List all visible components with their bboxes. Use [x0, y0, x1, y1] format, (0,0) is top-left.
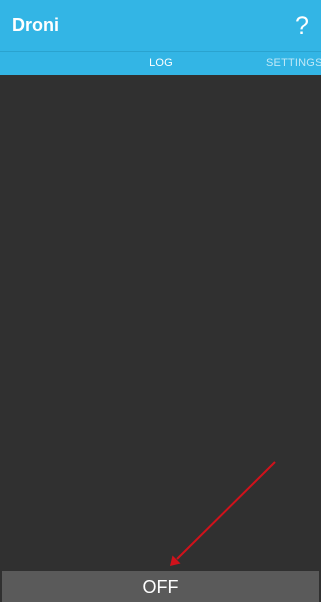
tab-settings[interactable]: SETTINGS — [266, 52, 321, 75]
tab-bar: LOG SETTINGS — [0, 52, 321, 75]
help-icon[interactable]: ? — [293, 11, 311, 39]
log-area — [0, 75, 321, 569]
power-toggle-button[interactable]: OFF — [2, 571, 319, 602]
app-bar: Droni ? — [0, 0, 321, 51]
app-title: Droni — [12, 15, 59, 35]
tab-log[interactable]: LOG — [140, 52, 182, 75]
help-icon-glyph: ? — [295, 12, 309, 39]
app-screen: Droni ? LOG SETTINGS OFF — [0, 0, 321, 602]
